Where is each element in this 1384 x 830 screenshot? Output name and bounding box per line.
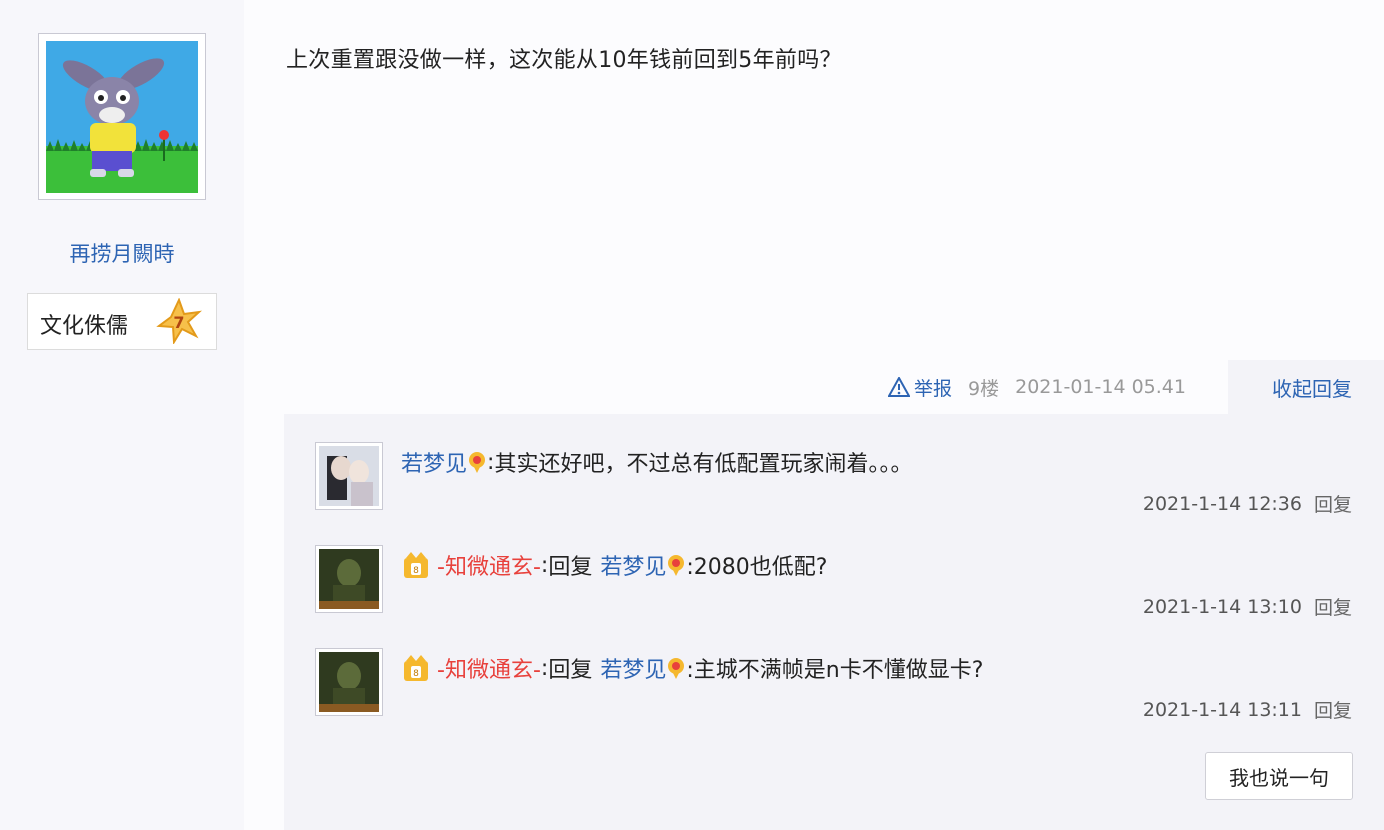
reply-footer: 2021-1-14 13:11 回复: [1143, 696, 1352, 723]
reply-to-user[interactable]: 若梦见: [600, 549, 666, 581]
reply-word: 回复: [548, 555, 593, 580]
vip-badge-icon: [668, 555, 685, 576]
reply-time: 2021-1-14 13:10: [1142, 595, 1302, 618]
photo-avatar-icon: [319, 549, 379, 609]
reply-word: 回复: [548, 658, 593, 683]
reply-separator: :: [487, 449, 495, 475]
badge-label: 文化侏儒: [40, 314, 129, 339]
reply-footer: 2021-1-14 12:36 回复: [1143, 490, 1352, 517]
reply-time: 2021-1-14 12:36: [1142, 492, 1302, 515]
add-comment-button[interactable]: 我也说一句: [1205, 752, 1353, 800]
member-crown-icon: 8: [404, 655, 428, 681]
report-label: 举报: [914, 377, 953, 400]
post-time: 2021-01-14 05.41: [1015, 376, 1186, 398]
reply-footer: 2021-1-14 13:10 回复: [1143, 593, 1352, 620]
reply-button[interactable]: 回复: [1314, 490, 1352, 517]
vip-badge-icon: [668, 658, 685, 679]
reply-button[interactable]: 回复: [1314, 696, 1352, 723]
reply-time: 2021-1-14 13:11: [1142, 698, 1302, 721]
level-star-icon: 7: [156, 298, 202, 344]
floor-number: 9楼: [968, 377, 1000, 400]
reply-item: 8 -知微通玄- : 回复 若梦见 :2080也低配? 2021-1-14 13…: [284, 517, 1384, 620]
post-content: 上次重置跟没做一样，这次能从10年钱前回到5年前吗？: [286, 48, 842, 73]
reply-author[interactable]: -知微通玄-: [437, 652, 541, 684]
reply-panel: 若梦见 : 其实还好吧，不过总有低配置玩家闹着。。。 2021-1-14 12:…: [284, 414, 1384, 830]
member-crown-icon: 8: [404, 552, 428, 578]
user-avatar[interactable]: [38, 33, 206, 200]
photo-avatar-icon: [319, 446, 379, 506]
reply-item: 8 -知微通玄- : 回复 若梦见 :主城不满帧是n卡不懂做显卡? 2021-1…: [284, 620, 1384, 723]
cartoon-donkey-avatar-icon: [46, 41, 198, 193]
svg-text:8: 8: [413, 669, 419, 679]
reply-button[interactable]: 回复: [1314, 593, 1352, 620]
badge-level: 7: [173, 313, 184, 332]
reply-text-line: 8 -知微通玄- : 回复 若梦见 :2080也低配?: [401, 549, 827, 581]
reply-content: :主城不满帧是n卡不懂做显卡?: [686, 658, 984, 683]
username-link[interactable]: 再捞月闕時: [0, 238, 244, 268]
reply-author[interactable]: 若梦见: [401, 446, 467, 478]
reply-avatar[interactable]: [315, 545, 383, 613]
reply-separator: :: [540, 552, 549, 578]
report-link[interactable]: 举报: [888, 374, 952, 401]
reply-avatar[interactable]: [315, 442, 383, 510]
collapse-replies-button[interactable]: 收起回复: [1228, 360, 1384, 414]
reply-content: :2080也低配?: [686, 555, 828, 580]
reply-text-line: 8 -知微通玄- : 回复 若梦见 :主城不满帧是n卡不懂做显卡?: [401, 652, 983, 684]
reply-separator: :: [540, 655, 549, 681]
warning-icon: [888, 377, 910, 397]
reply-content: 其实还好吧，不过总有低配置玩家闹着。。。: [494, 452, 913, 477]
reply-avatar[interactable]: [315, 648, 383, 716]
photo-avatar-icon: [319, 652, 379, 712]
svg-text:8: 8: [413, 566, 419, 576]
level-badge[interactable]: 文化侏儒 7: [27, 293, 217, 350]
vip-badge-icon: [469, 452, 486, 473]
reply-item: 若梦见 : 其实还好吧，不过总有低配置玩家闹着。。。 2021-1-14 12:…: [284, 414, 1384, 517]
reply-to-user[interactable]: 若梦见: [600, 652, 666, 684]
reply-author[interactable]: -知微通玄-: [437, 549, 541, 581]
user-sidebar: 再捞月闕時 文化侏儒 7: [0, 0, 244, 830]
reply-text-line: 若梦见 : 其实还好吧，不过总有低配置玩家闹着。。。: [401, 446, 912, 478]
post-meta: 举报 9楼 2021-01-14 05.41: [870, 360, 1186, 414]
